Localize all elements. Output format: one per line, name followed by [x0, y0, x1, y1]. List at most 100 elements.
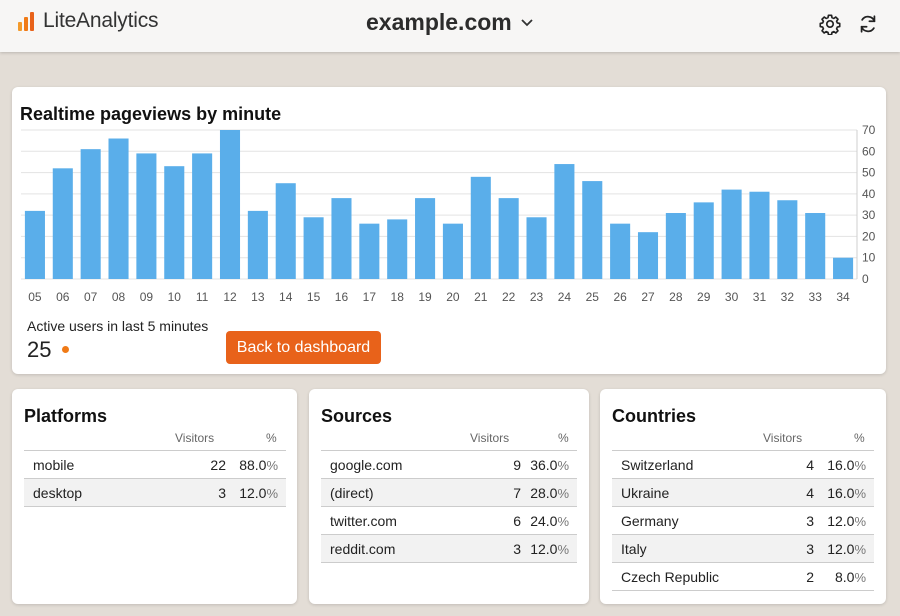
percent-value: 36.0 [530, 456, 558, 473]
realtime-card: Realtime pageviews by minute 70 60 50 40 30 2… [12, 87, 886, 374]
table-row[interactable]: mobile 22 88.0% [24, 450, 286, 479]
percent-value: 24.0 [530, 512, 558, 529]
x-tick-label: 23 [530, 290, 544, 304]
chart-bar [331, 198, 352, 279]
x-tick-label: 29 [697, 290, 711, 304]
platform-name: mobile [24, 450, 144, 479]
percent-value: 8.0 [834, 568, 855, 585]
chart-bar [219, 130, 241, 279]
chart-bar [777, 200, 798, 279]
table-row[interactable]: Czech Republic 2 8.0% [612, 562, 874, 591]
percent-cell: 36.0% [521, 450, 577, 479]
y-tick-label: 70 [862, 123, 876, 137]
x-tick-label: 33 [809, 290, 823, 304]
source-name: google.com [321, 450, 441, 479]
percent-cell: 12.0% [814, 506, 874, 535]
visitors-column-header: Visitors [470, 431, 510, 445]
percent-value: 28.0 [530, 484, 558, 501]
y-tick-label: 60 [862, 144, 876, 158]
table-row[interactable]: reddit.com 3 12.0% [321, 534, 577, 563]
chart-bar [247, 210, 268, 279]
percent-column-header: % [558, 431, 569, 445]
visitor-count: 6 [441, 506, 521, 535]
x-tick-label: 11 [196, 290, 209, 304]
x-tick-label: 08 [112, 290, 126, 304]
chart-bar [470, 176, 491, 279]
sources-table: google.com 9 36.0% (direct) 7 28.0% twit… [321, 450, 577, 563]
percent-sign: % [266, 457, 278, 473]
x-tick-label: 27 [641, 290, 655, 304]
site-selector[interactable]: example.com [366, 9, 534, 36]
visitor-count: 3 [732, 506, 814, 535]
table-row[interactable]: Germany 3 12.0% [612, 506, 874, 535]
percent-cell: 8.0% [814, 562, 874, 591]
y-tick-label: 10 [862, 251, 876, 265]
percent-value: 16.0 [827, 456, 855, 473]
chart-bar [303, 217, 324, 279]
chart-bar [275, 183, 296, 279]
chart-bar [24, 210, 45, 279]
table-row[interactable]: (direct) 7 28.0% [321, 478, 577, 507]
x-tick-label: 19 [418, 290, 432, 304]
table-row[interactable]: twitter.com 6 24.0% [321, 506, 577, 535]
refresh-button[interactable] [857, 13, 879, 35]
x-tick-label: 24 [558, 290, 572, 304]
table-row[interactable]: google.com 9 36.0% [321, 450, 577, 479]
x-tick-label: 30 [725, 290, 739, 304]
x-tick-label: 20 [446, 290, 460, 304]
y-tick-label: 40 [862, 187, 876, 201]
x-tick-label: 13 [251, 290, 265, 304]
percent-cell: 28.0% [521, 478, 577, 507]
chart-bar [192, 153, 213, 279]
chart-bar [665, 213, 686, 279]
countries-card: Countries Visitors % Switzerland 4 16.0%… [600, 389, 886, 604]
percent-cell: 88.0% [226, 450, 286, 479]
visitors-column-header: Visitors [175, 431, 215, 445]
percent-cell: 16.0% [814, 478, 874, 507]
table-row[interactable]: Switzerland 4 16.0% [612, 450, 874, 479]
percent-value: 16.0 [827, 484, 855, 501]
chart-bar [693, 202, 714, 279]
table-row[interactable]: Italy 3 12.0% [612, 534, 874, 563]
y-tick-label: 0 [862, 272, 869, 286]
chart-bar [164, 166, 185, 279]
active-users-count: 25 [27, 337, 52, 362]
percent-sign: % [557, 485, 569, 501]
countries-title: Countries [612, 406, 697, 426]
chart-bar [721, 189, 742, 279]
live-indicator-dot [62, 346, 69, 353]
chart-bar [80, 149, 101, 279]
platforms-table: mobile 22 88.0% desktop 3 12.0% [24, 450, 286, 507]
chevron-down-icon [521, 18, 533, 26]
percent-value: 12.0 [530, 540, 558, 557]
site-name: example.com [366, 9, 512, 35]
x-tick-label: 34 [836, 290, 850, 304]
x-tick-label: 21 [474, 290, 488, 304]
x-tick-label: 05 [28, 290, 42, 304]
percent-sign: % [557, 541, 569, 557]
chart-bar [136, 153, 157, 279]
pageviews-bar-chart: 70 60 50 40 30 20 10 0 05 06 07 08 09 10 11 12 13 14 15 16 1… [21, 123, 876, 304]
countries-table: Switzerland 4 16.0% Ukraine 4 16.0% Germ… [612, 450, 874, 591]
table-row[interactable]: desktop 3 12.0% [24, 478, 286, 507]
settings-button[interactable] [819, 13, 841, 36]
y-tick-label: 20 [862, 229, 876, 243]
chart-bar [108, 138, 129, 279]
percent-value: 12.0 [239, 484, 267, 501]
sources-card: Sources Visitors % google.com 9 36.0% (d… [309, 389, 589, 604]
x-tick-label: 07 [84, 290, 98, 304]
percent-cell: 16.0% [814, 450, 874, 479]
x-tick-label: 09 [140, 290, 154, 304]
app-logo[interactable]: LiteAnalytics [17, 8, 158, 34]
platforms-title: Platforms [24, 406, 108, 426]
table-row[interactable]: Ukraine 4 16.0% [612, 478, 874, 507]
chart-bar [554, 164, 575, 279]
percent-value: 12.0 [827, 512, 855, 529]
percent-column-header: % [266, 431, 277, 445]
y-tick-label: 30 [862, 208, 876, 222]
percent-sign: % [266, 485, 278, 501]
back-to-dashboard-button[interactable]: Back to dashboard [226, 331, 381, 364]
chart-bar [833, 257, 854, 279]
x-tick-label: 17 [363, 290, 377, 304]
logo-text: LiteAnalytics [43, 9, 159, 32]
